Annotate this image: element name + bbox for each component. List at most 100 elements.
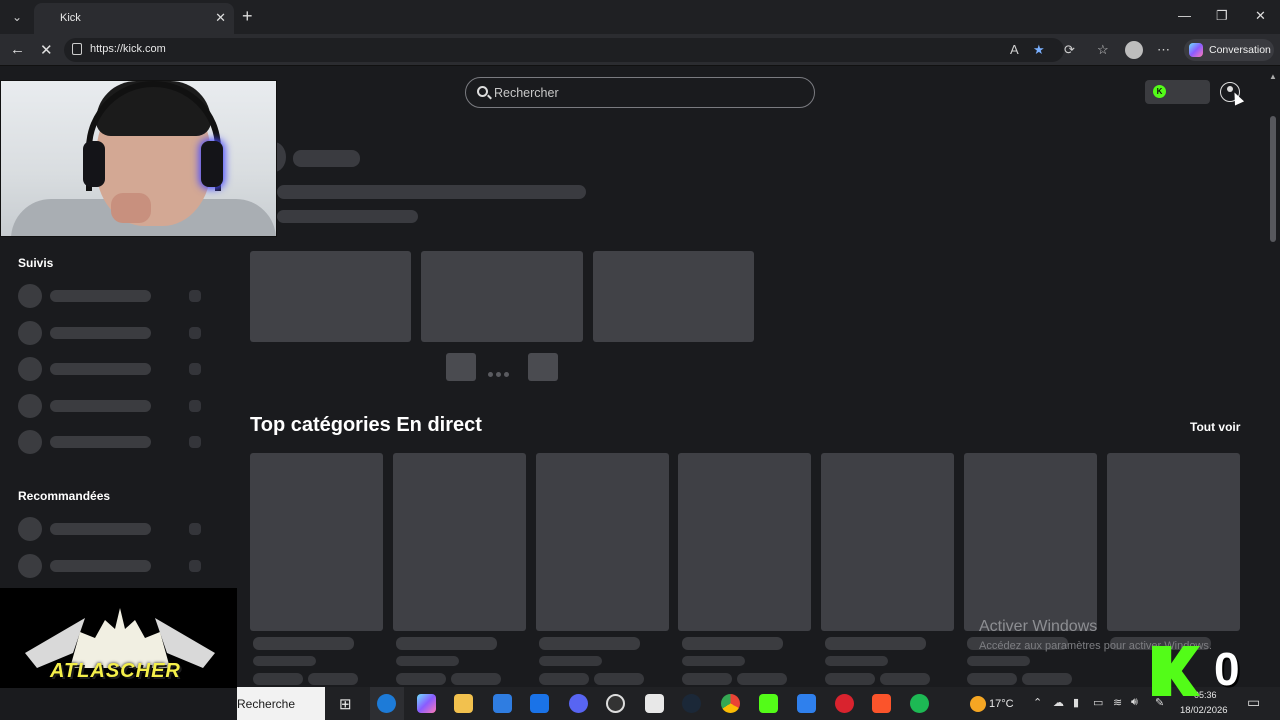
see-all-link[interactable]: Tout voir [1190,420,1240,434]
lock-icon [72,43,82,55]
skeleton-line [825,656,888,666]
onedrive-icon[interactable]: ☁ [1053,696,1064,709]
category-card[interactable] [678,453,811,631]
skeleton-line [682,637,783,650]
spotify-icon[interactable] [910,694,929,713]
search-input[interactable] [494,83,804,103]
store-icon[interactable] [493,694,512,713]
obs-icon[interactable] [606,694,625,713]
task-view-icon[interactable]: ⊞ [339,695,352,713]
skeleton-tag [451,673,501,685]
favorites-list-icon[interactable]: ☆ [1097,42,1109,58]
search-box[interactable] [465,77,815,108]
pen-icon[interactable]: ✎ [1155,696,1164,709]
tray-chevron-icon[interactable]: ⌃ [1033,696,1042,709]
url-field[interactable]: https://kick.com [64,38,1064,62]
minimize-icon[interactable]: — [1178,8,1191,23]
skeleton-title [293,150,360,167]
skeleton-card [250,251,411,342]
skeleton-tag [539,673,589,685]
usb-icon[interactable]: ▮ [1073,696,1079,709]
new-tab-icon[interactable]: + [242,6,253,27]
brave-icon[interactable] [872,694,891,713]
recommended-channel-item[interactable] [18,517,203,541]
followed-channel-item[interactable] [18,430,203,454]
battery-icon[interactable]: ▭ [1093,696,1103,709]
favorite-star-icon[interactable]: ★ [1033,42,1045,58]
carousel-next-button[interactable] [528,353,558,381]
profile-avatar-icon[interactable] [1125,41,1143,59]
file-explorer-icon[interactable] [454,694,473,713]
followed-channel-item[interactable] [18,284,203,308]
login-button[interactable]: K [1145,80,1210,104]
activate-windows-title: Activer Windows [979,618,1098,635]
window-close-icon[interactable]: ✕ [1255,8,1266,24]
clock-date[interactable]: 18/02/2026 [1180,705,1228,716]
kick-app-icon[interactable] [759,694,778,713]
back-icon[interactable]: ← [10,41,25,58]
skeleton-line [967,656,1030,666]
steam-icon[interactable] [682,694,701,713]
temperature[interactable]: 17°C [989,698,1014,710]
volume-icon[interactable]: 🔊︎ [1131,696,1138,709]
skeleton-line [825,637,926,650]
search-icon [477,86,488,97]
chrome-icon[interactable] [721,694,740,713]
opera-icon[interactable] [835,694,854,713]
url-text: https://kick.com [90,43,166,55]
weather-sun-icon [970,696,986,712]
category-card[interactable] [536,453,669,631]
carousel-prev-button[interactable] [446,353,476,381]
copilot-app-icon[interactable] [417,694,436,713]
read-aloud-icon[interactable]: A [1010,42,1019,57]
wifi-icon[interactable]: ≋ [1113,696,1122,709]
category-card[interactable] [393,453,526,631]
tab-actions-menu-icon[interactable]: ⌄ [6,7,28,27]
category-card[interactable] [821,453,954,631]
category-card[interactable] [1107,453,1240,631]
skeleton-tag [682,673,732,685]
app-icon[interactable] [797,694,816,713]
followed-channel-item[interactable] [18,394,203,418]
tab-kick[interactable]: Kick ✕ [34,3,234,34]
windows-taskbar: Recherche ⊞ 17°C ⌃ ☁ ▮ ▭ ≋ 🔊︎ ✎ 05:36 18… [237,687,1280,720]
extensions-icon[interactable]: ⟳ [1064,42,1075,58]
discord-icon[interactable] [569,694,588,713]
copilot-icon [1189,43,1203,57]
edge-icon[interactable] [377,694,396,713]
copilot-button[interactable]: Conversation [1184,39,1274,61]
recommended-channel-item[interactable] [18,554,203,578]
skeleton-card [421,251,583,342]
maximize-icon[interactable]: ❐ [1216,8,1228,24]
skeleton-tag [396,673,446,685]
skeleton-line [277,210,418,223]
skeleton-line [539,656,602,666]
skeleton-line [396,656,459,666]
tab-close-icon[interactable]: ✕ [215,10,226,26]
skeleton-tag [253,673,303,685]
webcam-person-hand [111,193,151,223]
taskbar-search-text: Recherche [237,697,296,711]
headset-left-ear [83,141,105,187]
followed-channel-item[interactable] [18,357,203,381]
skeleton-tag [880,673,930,685]
page-scrollbar[interactable] [1270,116,1276,242]
category-card[interactable] [250,453,383,631]
app-window-icon[interactable] [645,694,664,713]
skeleton-line [539,637,640,650]
stop-loading-icon[interactable]: ✕ [40,41,53,59]
more-options-icon[interactable]: ⋯ [1157,42,1170,58]
kick-counter-value: 0 [1214,643,1240,695]
mail-icon[interactable] [530,694,549,713]
followed-channel-item[interactable] [18,321,203,345]
address-bar: ← ✕ https://kick.com A ★ ⟳ ☆ ⋯ Conversat… [0,34,1280,66]
carousel-dots [488,364,512,382]
copilot-label: Conversation [1209,44,1271,56]
skeleton-tag [967,673,1017,685]
category-card[interactable] [964,453,1097,631]
taskbar-search[interactable]: Recherche [237,687,325,720]
activate-windows-subtitle: Accédez aux paramètres pour activer Wind… [979,640,1212,652]
scroll-up-icon[interactable]: ▲ [1269,72,1277,81]
skeleton-tag [1022,673,1072,685]
notification-icon[interactable]: ▭ [1247,694,1260,711]
